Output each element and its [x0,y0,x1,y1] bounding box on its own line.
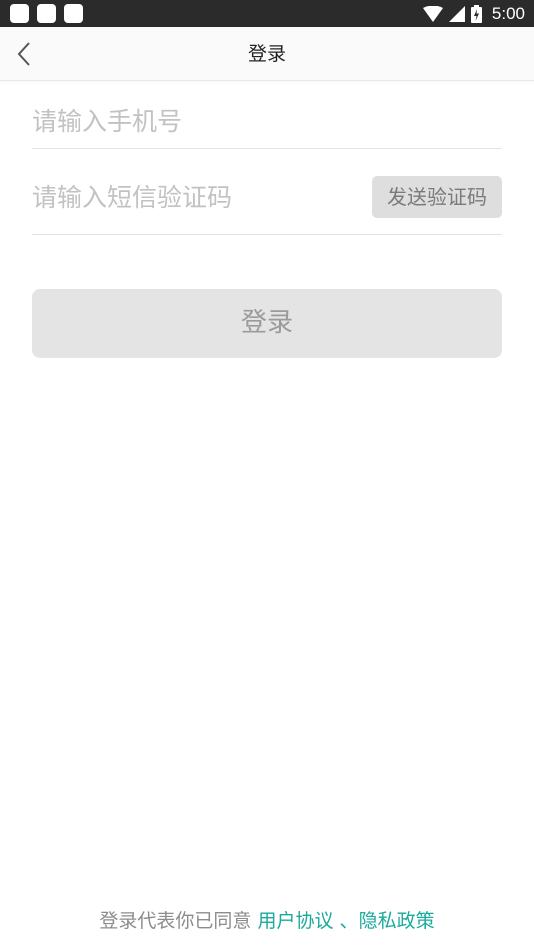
status-icons: 5:00 [422,0,525,27]
wifi-icon [422,5,443,22]
agreement-prefix: 登录代表你已同意 [99,910,252,932]
send-code-button[interactable]: 发送验证码 [372,176,502,218]
login-button[interactable]: 登录 [32,289,502,358]
privacy-policy-link[interactable]: 隐私政策 [359,910,435,932]
sms-code-field: 发送验证码 [32,160,502,235]
phone-field [32,94,502,149]
agreement-separator: 、 [339,910,359,932]
notification-icon [64,4,83,23]
page-title: 登录 [247,43,286,65]
signal-icon [448,5,465,22]
phone-input[interactable] [32,94,502,148]
sms-code-input[interactable] [32,160,362,234]
user-agreement-link[interactable]: 用户协议 [257,910,333,932]
notification-icon [10,4,29,23]
status-bar: 5:00 [0,0,534,27]
agreement-text: 登录代表你已同意 用户协议 、隐私政策 [0,906,534,933]
status-time: 5:00 [491,3,525,23]
notification-icon [37,4,56,23]
battery-icon [470,4,482,23]
nav-bar: 登录 [0,27,534,81]
